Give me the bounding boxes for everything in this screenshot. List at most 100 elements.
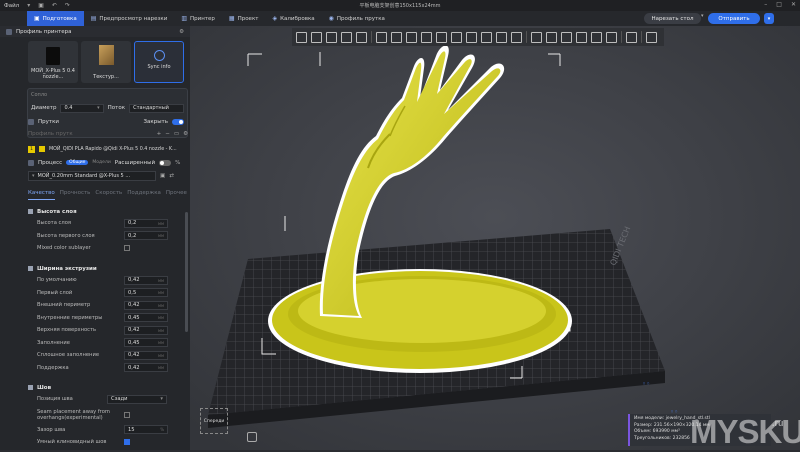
add-icon[interactable]: + [157, 131, 162, 137]
param-field[interactable]: 15% [124, 425, 168, 435]
minimize-icon[interactable]: – [764, 1, 767, 8]
save-preset-icon[interactable]: ▣ [160, 173, 165, 179]
param-row: По умолчанию 0,42 мм [28, 274, 183, 287]
seam-away-checkbox[interactable] [124, 411, 130, 418]
tab-prepare[interactable]: ▣ Подготовка [27, 11, 84, 26]
param-field[interactable]: 0,45 мм [124, 338, 168, 348]
subtab-support[interactable]: Поддержка [127, 190, 161, 200]
param-field[interactable]: 0,45 мм [124, 313, 168, 323]
text-icon[interactable] [496, 31, 507, 43]
lock-icon[interactable] [646, 31, 657, 43]
3d-viewport[interactable]: QIDI TECH ◦◦ ◦◦ ⌕ [190, 26, 800, 450]
mode-models-button[interactable]: Модели [92, 160, 110, 165]
move-icon[interactable] [376, 31, 387, 43]
ruler-icon[interactable] [626, 31, 637, 43]
close-icon[interactable]: ✕ [791, 1, 796, 8]
compare-icon[interactable]: ⇄ [169, 173, 174, 179]
plate-marker-icon[interactable]: ◦◦ [642, 380, 650, 388]
subtab-strength[interactable]: Прочность [60, 190, 91, 200]
assembly-icon[interactable] [531, 31, 542, 43]
param-field[interactable]: 0,42 мм [124, 325, 168, 335]
subtab-speed[interactable]: Скорость [95, 190, 122, 200]
seam-paint-icon[interactable] [481, 31, 492, 43]
rotate-icon[interactable] [391, 31, 402, 43]
printer-settings-icon[interactable]: ⚙ [179, 29, 184, 35]
fit-view-icon[interactable] [247, 432, 257, 442]
seam-header: Шов [28, 382, 183, 393]
orient-icon[interactable] [326, 31, 337, 43]
scale-icon[interactable] [406, 31, 417, 43]
seam-icon [28, 385, 33, 390]
diameter-field[interactable]: 0.4 ▾ [60, 103, 104, 113]
redo-icon[interactable]: ↷ [65, 2, 70, 9]
add-plate-icon[interactable] [311, 31, 322, 43]
filament-item[interactable]: 1 МОЙ_QIDI PLA Rapido @Qidi X-Plus 5 0.4… [28, 143, 188, 155]
support-paint-icon[interactable] [466, 31, 477, 43]
sync-info-card[interactable]: Sync info [134, 41, 184, 83]
printer-card-label: МОЙ_X-Plus 5 0.4 nozzle... [31, 68, 75, 80]
param-field[interactable]: 0,5 мм [124, 288, 168, 298]
tab-preview[interactable]: ▤ Предпросмотр нарезки [84, 11, 175, 26]
arrange-icon[interactable] [341, 31, 352, 43]
param-field[interactable]: 0,2 мм [124, 231, 168, 241]
param-value: 0,42 [128, 277, 140, 284]
sidebar-scrollbar[interactable] [185, 212, 188, 332]
color-paint-icon[interactable] [511, 31, 522, 43]
percent-icon[interactable]: % [175, 160, 180, 166]
mixed-color-checkbox[interactable] [124, 245, 130, 252]
measure-icon[interactable] [546, 31, 557, 43]
save-icon[interactable]: ▣ [38, 2, 44, 9]
maximize-icon[interactable]: □ [776, 1, 782, 8]
edit-icon[interactable]: ▭ [174, 131, 179, 137]
texture-card-label: Текстур... [93, 74, 119, 80]
param-field[interactable]: 0,42 мм [124, 300, 168, 310]
slice-dropdown-icon[interactable]: ▾ [701, 13, 704, 19]
cube-view-icon[interactable] [576, 31, 587, 43]
process-section-header: Процесс Общие Модели Расширенный % [22, 157, 190, 168]
toolbar-divider [526, 31, 527, 43]
send-dropdown-icon[interactable]: ▾ [764, 13, 774, 24]
sync-icon [154, 50, 165, 61]
flow-select[interactable]: Стандартный [129, 103, 184, 113]
expand-icon[interactable] [591, 31, 602, 43]
subtab-others[interactable]: Прочее [166, 190, 187, 200]
param-field[interactable]: 0,42 мм [124, 363, 168, 373]
param-field[interactable]: 0,42 мм [124, 350, 168, 360]
split-icon[interactable] [356, 31, 367, 43]
seam-position-select[interactable]: Сзади ▾ [107, 394, 167, 404]
tab-device[interactable]: ▥ Принтер [174, 11, 222, 26]
variable-layer-icon[interactable] [561, 31, 572, 43]
undo-icon[interactable]: ↶ [52, 2, 57, 9]
view-cube[interactable]: Спереди [200, 408, 232, 452]
send-button[interactable]: Отправить [708, 13, 760, 24]
add-object-icon[interactable] [296, 31, 307, 43]
remove-icon[interactable]: − [165, 131, 170, 137]
plate-texture-card[interactable]: Текстур... [81, 41, 131, 83]
mesh-boolean-icon[interactable] [451, 31, 462, 43]
printer-card[interactable]: МОЙ_X-Plus 5 0.4 nozzle... [28, 41, 78, 83]
file-menu[interactable]: Файл [4, 3, 19, 9]
filament-profile-placeholder[interactable]: Профиль прутк [28, 131, 73, 137]
filament-color-swatch[interactable] [39, 146, 45, 152]
mode-general-button[interactable]: Общие [66, 160, 89, 165]
advanced-toggle[interactable] [159, 159, 172, 166]
tab-project[interactable]: ▦ Проект [222, 11, 266, 26]
tab-filament-profile[interactable]: ◉ Профиль прутка [322, 11, 392, 26]
process-preset-select[interactable]: ▾ МОЙ_0.20mm Standard @X-Plus 5 ... [28, 171, 156, 181]
slice-plate-button[interactable]: Нарезать стол [644, 13, 701, 24]
param-field[interactable]: 0,42 мм [124, 275, 168, 285]
param-row: Mixed color sublayer [28, 242, 183, 255]
cut-icon[interactable] [436, 31, 447, 43]
chevron-down-icon: ▾ [97, 105, 100, 111]
scarf-checkbox[interactable] [124, 439, 130, 446]
lay-on-face-icon[interactable] [421, 31, 432, 43]
param-field[interactable]: 0,2 мм [124, 218, 168, 228]
layers-icon: ▤ [90, 15, 97, 22]
tab-calibration[interactable]: ◈ Калибровка [265, 11, 321, 26]
subtab-quality[interactable]: Качество [28, 190, 55, 200]
menu-chevron-icon[interactable]: ▾ [27, 2, 30, 9]
settings-icon[interactable]: ⚙ [183, 131, 188, 137]
param-row: Верхняя поверхность 0,42 мм [28, 324, 183, 337]
filament-toggle[interactable] [172, 118, 184, 125]
grid-view-icon[interactable] [606, 31, 617, 43]
